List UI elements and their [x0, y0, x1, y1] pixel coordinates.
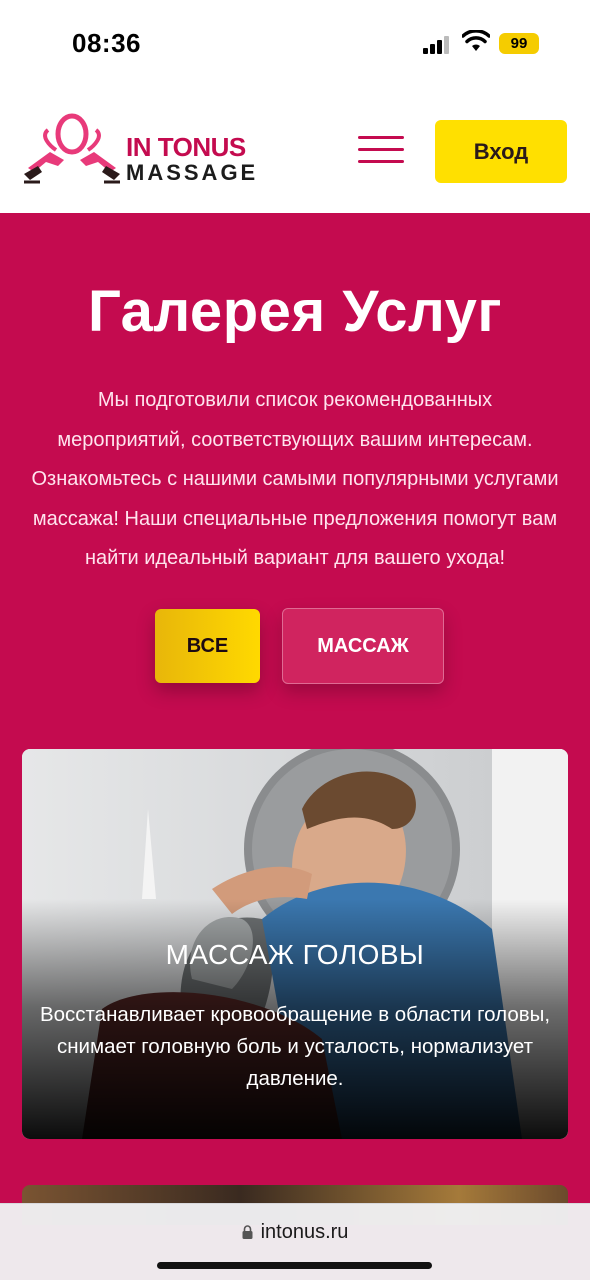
site-logo[interactable]: IN TONUS MASSAGE: [20, 110, 270, 188]
logo-text-brand: IN TONUS: [126, 132, 246, 162]
status-time: 08:36: [72, 28, 141, 58]
status-bar: 08:36 99: [0, 0, 590, 90]
card-description-line: снимает головную боль и усталость, норма…: [56, 1035, 534, 1058]
hero-description: Мы подготовили список рекомендованных ме…: [18, 381, 572, 579]
hero-description-line: Мы подготовили список рекомендованных: [97, 389, 493, 411]
cellular-signal-icon: [423, 34, 453, 54]
filter-massage-button[interactable]: МАССАЖ: [282, 608, 444, 684]
logo-text-massage: MASSAGE: [126, 160, 259, 185]
card-description-line: давление.: [246, 1067, 344, 1090]
wifi-icon: [462, 30, 490, 51]
battery-indicator: 99: [499, 33, 539, 54]
logo-hands-icon: [24, 113, 120, 184]
hero-description-line: массажа! Наши специальные предложения по…: [32, 507, 558, 530]
hero-description-line: мероприятий, соответствующих вашим интер…: [57, 428, 533, 451]
hero-description-line: Ознакомьтесь с нашими самыми популярными…: [31, 468, 559, 490]
login-button[interactable]: Вход: [435, 120, 567, 183]
home-indicator[interactable]: [157, 1262, 432, 1269]
filter-all-button[interactable]: ВСЕ: [155, 609, 260, 683]
url-text: intonus.ru: [260, 1221, 349, 1243]
url-display[interactable]: intonus.ru: [0, 1221, 590, 1244]
lock-icon: [242, 1225, 253, 1239]
card-description-line: Восстанавливает кровообращение в области…: [39, 1003, 551, 1026]
service-card[interactable]: МАССАЖ ГОЛОВЫ Восстанавливает кровообращ…: [22, 749, 568, 1139]
site-header: IN TONUS MASSAGE Вход: [0, 90, 590, 213]
hero-description-line: найти идеальный вариант для вашего ухода…: [84, 547, 506, 569]
hamburger-menu-icon[interactable]: [358, 134, 406, 166]
page-title: Галерея Услуг: [87, 279, 503, 344]
card-title: МАССАЖ ГОЛОВЫ: [165, 939, 425, 970]
card-description: Восстанавливает кровообращение в области…: [28, 999, 562, 1095]
